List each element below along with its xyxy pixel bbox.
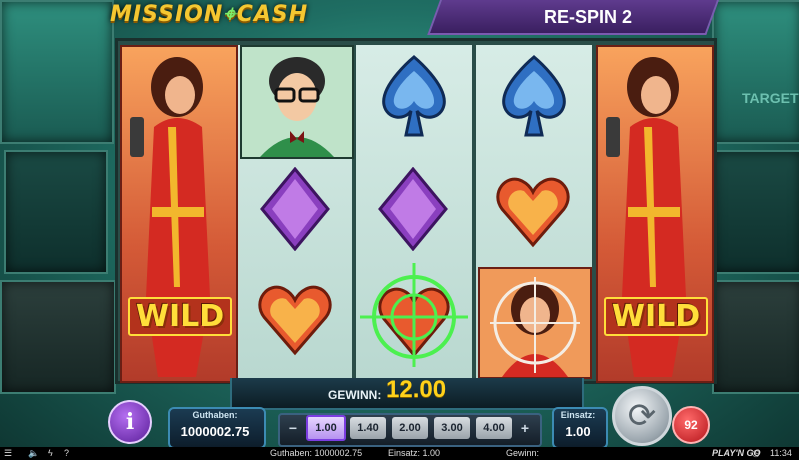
background-screen-right: [712, 0, 799, 144]
info-button[interactable]: i: [108, 400, 152, 444]
symbol-heart: [496, 177, 570, 248]
bet-option-2[interactable]: 1.40: [350, 417, 386, 439]
symbol-agent-nerd: [240, 45, 354, 159]
win-amount: 12.00: [386, 376, 447, 403]
respin-counter: RE-SPIN 2: [543, 7, 633, 27]
win-label: GEWINN:: [328, 388, 382, 402]
background-target-label: TARGET: [742, 90, 799, 106]
background-keyboard-right: [712, 280, 799, 394]
bet-decrease-button[interactable]: −: [286, 419, 300, 437]
menu-icon[interactable]: ☰: [4, 448, 12, 459]
bet-increase-button[interactable]: +: [518, 419, 532, 437]
balance-label: Guthaben:: [192, 410, 238, 420]
clock-icon: ◷: [752, 448, 760, 458]
balance-value: 1000002.75: [180, 424, 250, 439]
bet-option-1[interactable]: 1.00: [306, 415, 346, 441]
reel-grid: WILD WILD: [115, 38, 717, 384]
symbol-heart: [258, 285, 332, 356]
autoplay-button[interactable]: 92: [672, 406, 710, 444]
wild-label: WILD: [604, 297, 708, 336]
reel-4: [476, 45, 592, 379]
background-console-right: [712, 150, 799, 274]
background-keyboard-left: [0, 280, 116, 394]
logo-word-mission: MISSION: [110, 2, 224, 27]
symbol-blue-spade: [382, 55, 446, 137]
stake-value: 1.00: [565, 424, 591, 439]
status-stake: Einsatz: 1.00: [388, 448, 441, 458]
sound-icon[interactable]: 🔈: [28, 448, 39, 459]
background-screen-left: [0, 0, 114, 144]
reel-3: [356, 45, 472, 379]
bet-option-3[interactable]: 2.00: [392, 417, 428, 439]
background-console-left: [4, 150, 108, 274]
status-balance: Guthaben: 1000002.75: [270, 448, 363, 458]
symbol-agent-woman-crosshair: [478, 267, 592, 379]
logo-word-cash: CASH: [236, 2, 309, 27]
help-icon[interactable]: ?: [64, 448, 69, 458]
symbol-heart-crosshair: [360, 263, 468, 367]
symbol-purple-diamond: [260, 167, 330, 251]
wild-label: WILD: [128, 297, 232, 336]
status-time: 11:34: [770, 448, 792, 458]
symbol-blue-spade: [502, 55, 566, 137]
status-win: Gewinn:: [506, 448, 540, 458]
status-bar: ☰ 🔈 ϟ ? Guthaben: 1000002.75 Einsatz: 1.…: [0, 447, 799, 460]
reel-1-wild: WILD: [120, 45, 238, 383]
reel-5-wild: WILD: [596, 45, 714, 383]
reel-2: [238, 45, 354, 379]
spin-arrows-icon: ⟳: [627, 397, 657, 435]
bet-option-5[interactable]: 4.00: [476, 417, 512, 439]
symbol-purple-diamond: [378, 167, 448, 251]
crosshair-icon: ⌖: [223, 2, 237, 27]
bet-option-4[interactable]: 3.00: [434, 417, 470, 439]
spin-button[interactable]: ⟳: [612, 386, 672, 446]
lightning-icon[interactable]: ϟ: [48, 448, 53, 458]
game-logo: MISSION⌖CASH: [110, 2, 308, 27]
stake-label: Einsatz:: [560, 410, 596, 420]
